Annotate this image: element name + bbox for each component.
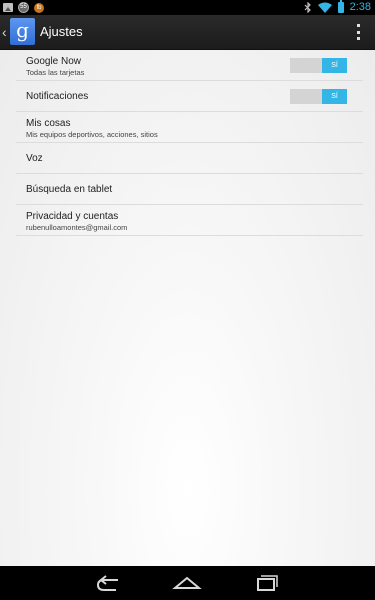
- clock-time: 2:38: [349, 1, 371, 13]
- action-bar: ‹ g Ajustes: [0, 15, 375, 50]
- home-icon[interactable]: [167, 566, 207, 600]
- image-icon: [3, 3, 13, 12]
- setting-voz[interactable]: Voz: [16, 143, 363, 174]
- google-app-icon[interactable]: g: [10, 18, 35, 45]
- notificaciones-switch[interactable]: SÍ: [290, 89, 347, 104]
- back-icon[interactable]: [90, 566, 130, 600]
- google-now-switch[interactable]: SÍ: [290, 58, 347, 73]
- setting-title: Mis cosas: [26, 118, 71, 129]
- status-bar: 55 fb 2:38: [0, 0, 375, 15]
- overflow-menu-icon[interactable]: [357, 24, 361, 40]
- setting-summary: rubenulloamontes@gmail.com: [26, 223, 128, 232]
- setting-privacidad-cuentas[interactable]: Privacidad y cuentas rubenulloamontes@gm…: [16, 205, 363, 236]
- recent-apps-icon[interactable]: [247, 566, 287, 600]
- settings-content: Google Now Todas las tarjetas SÍ Notific…: [0, 50, 375, 566]
- notification-badge-icon: 55: [18, 2, 29, 13]
- bluetooth-icon: [304, 1, 311, 13]
- page-title: Ajustes: [40, 24, 83, 39]
- battery-icon: [337, 0, 344, 13]
- app-badge-icon: fb: [34, 2, 44, 13]
- setting-notificaciones[interactable]: Notificaciones SÍ: [16, 81, 363, 112]
- navigation-bar: [0, 566, 375, 600]
- setting-title: Privacidad y cuentas: [26, 211, 119, 222]
- switch-thumb: SÍ: [322, 58, 347, 73]
- switch-thumb: SÍ: [322, 89, 347, 104]
- setting-title: Voz: [26, 153, 43, 164]
- setting-google-now[interactable]: Google Now Todas las tarjetas SÍ: [16, 50, 363, 81]
- setting-mis-cosas[interactable]: Mis cosas Mis equipos deportivos, accion…: [16, 112, 363, 143]
- up-caret-icon[interactable]: ‹: [2, 24, 7, 40]
- wifi-icon: [317, 2, 332, 13]
- setting-summary: Mis equipos deportivos, acciones, sitios: [26, 130, 158, 139]
- settings-list: Google Now Todas las tarjetas SÍ Notific…: [16, 50, 363, 236]
- setting-busqueda-tablet[interactable]: Búsqueda en tablet: [16, 174, 363, 205]
- setting-title: Búsqueda en tablet: [26, 184, 113, 195]
